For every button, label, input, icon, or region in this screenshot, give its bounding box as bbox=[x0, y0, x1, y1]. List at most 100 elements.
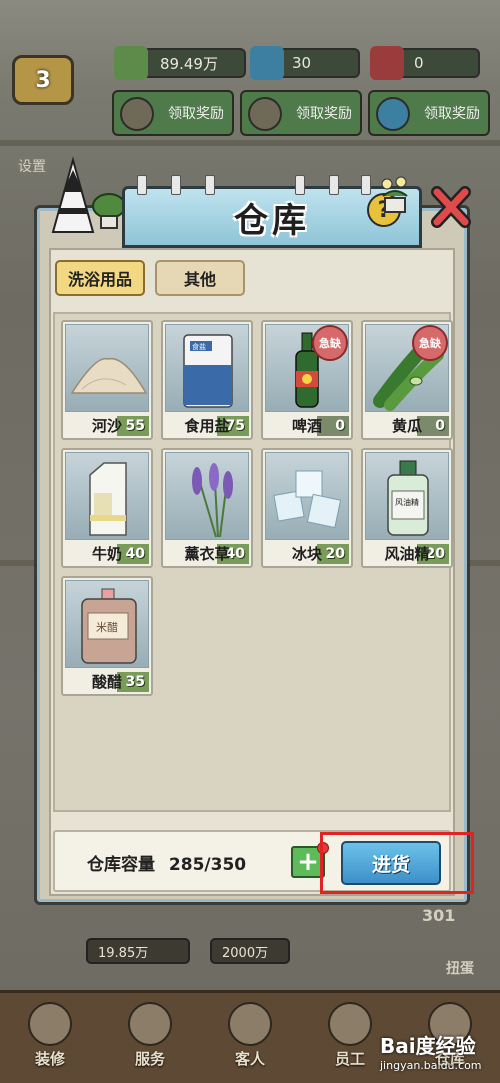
money-left-value: 19.85万 bbox=[98, 945, 149, 961]
oil-bottle-icon: 风油精 bbox=[387, 460, 429, 536]
item-name: 黄瓜 bbox=[391, 417, 422, 435]
item-name: 风油精 bbox=[384, 545, 430, 563]
item-thumb bbox=[65, 452, 149, 540]
guest-icon bbox=[228, 1002, 272, 1046]
item-salt[interactable]: 食盐 75 食用盐 bbox=[161, 320, 253, 440]
faucet-icon bbox=[361, 175, 371, 195]
faucet-icon bbox=[205, 175, 215, 195]
nav-label: 员工 bbox=[334, 1050, 365, 1068]
salt-package-text: 食盐 bbox=[192, 342, 206, 351]
item-thumb: 急缺 bbox=[265, 324, 349, 412]
cash-display: 89.49万 bbox=[114, 46, 246, 80]
item-thumb bbox=[265, 452, 349, 540]
nav-label: 服务 bbox=[134, 1050, 165, 1068]
sand-pile-icon bbox=[70, 357, 148, 394]
faucet-icon bbox=[295, 175, 305, 195]
item-thumb: 食盐 bbox=[165, 324, 249, 412]
reward-icon bbox=[248, 97, 282, 131]
dialog-title: 仓库 bbox=[234, 200, 310, 241]
reward-icon bbox=[120, 97, 154, 131]
item-sand[interactable]: 55 河沙 bbox=[61, 320, 153, 440]
nav-decorate[interactable]: 装修 bbox=[11, 999, 89, 1069]
item-vinegar[interactable]: 米醋 35 酸醋 bbox=[61, 576, 153, 696]
item-name: 酸醋 bbox=[91, 673, 122, 691]
close-icon bbox=[431, 186, 471, 228]
watermark-brand: Bai度经验 bbox=[380, 1034, 476, 1058]
bottom-money-left: 19.85万 bbox=[86, 938, 190, 964]
nav-label: 装修 bbox=[34, 1050, 65, 1068]
item-ice[interactable]: 20 冰块 bbox=[261, 448, 353, 568]
claim-reward-button[interactable]: 领取奖励 bbox=[368, 90, 490, 136]
gem-display: 30 bbox=[250, 46, 360, 80]
inventory-grid: 55 河沙 食盐 75 食用盐 急缺 0 啤酒 急缺 0 黄瓜 40 牛奶 40… bbox=[53, 312, 453, 812]
capacity-label: 仓库容量 bbox=[87, 855, 155, 875]
milk-carton-icon bbox=[89, 462, 127, 536]
capacity-value: 285/350 bbox=[168, 855, 247, 875]
item-lavender[interactable]: 40 薰衣草 bbox=[161, 448, 253, 568]
item-thumb: 米醋 bbox=[65, 580, 149, 668]
salt-bag-icon: 食盐 bbox=[183, 334, 233, 408]
gem-value: 30 bbox=[292, 54, 312, 72]
nav-service[interactable]: 服务 bbox=[111, 999, 189, 1069]
nav-staff[interactable]: 员工 bbox=[311, 999, 389, 1069]
item-name: 薰衣草 bbox=[184, 545, 230, 563]
vinegar-package-text: 米醋 bbox=[96, 620, 118, 634]
lavender-icon bbox=[192, 463, 233, 538]
faucet-icon bbox=[137, 175, 147, 195]
tab-other[interactable]: 其他 bbox=[155, 260, 245, 296]
item-name: 牛奶 bbox=[91, 545, 122, 563]
gem-reward-icon bbox=[376, 97, 410, 131]
claim-reward-label: 领取奖励 bbox=[168, 106, 224, 122]
vinegar-jug-icon: 米醋 bbox=[81, 588, 137, 664]
item-essential-oil[interactable]: 风油精 20 风油精 bbox=[361, 448, 453, 568]
item-name: 啤酒 bbox=[291, 417, 322, 435]
warehouse-dialog: 仓库 ? 洗浴用品 其他 55 河沙 食盐 75 食用盐 急缺 0 啤酒 急缺 … bbox=[34, 156, 471, 905]
watermark-url: jingyan.baidu.com bbox=[380, 1059, 482, 1072]
item-thumb: 风油精 bbox=[365, 452, 449, 540]
urgent-badge: 急缺 bbox=[412, 325, 448, 361]
category-tabs: 洗浴用品 其他 bbox=[55, 260, 245, 296]
faucet-icon bbox=[171, 175, 181, 195]
item-thumb: 急缺 bbox=[365, 324, 449, 412]
item-thumb bbox=[65, 324, 149, 412]
close-button[interactable] bbox=[429, 184, 473, 230]
watermark: Bai度经验 jingyan.baidu.com bbox=[380, 1030, 482, 1072]
item-name: 冰块 bbox=[291, 545, 322, 563]
cash-icon bbox=[114, 46, 148, 80]
item-name: 食用盐 bbox=[184, 417, 230, 435]
settings-label[interactable]: 设置 bbox=[18, 156, 46, 176]
nav-guests[interactable]: 客人 bbox=[211, 999, 289, 1069]
plus-icon: + bbox=[297, 847, 319, 877]
item-milk[interactable]: 40 牛奶 bbox=[61, 448, 153, 568]
shelf-line bbox=[0, 140, 500, 146]
flower-pot-icon bbox=[381, 176, 408, 213]
rose-icon bbox=[370, 46, 404, 80]
dialog-body: 洗浴用品 其他 55 河沙 食盐 75 食用盐 急缺 0 啤酒 急缺 0 黄瓜 … bbox=[49, 248, 455, 896]
service-icon bbox=[128, 1002, 172, 1046]
highlight-annotation bbox=[320, 832, 474, 894]
item-cucumber[interactable]: 急缺 0 黄瓜 bbox=[361, 320, 453, 440]
item-beer[interactable]: 急缺 0 啤酒 bbox=[261, 320, 353, 440]
staff-icon bbox=[328, 1002, 372, 1046]
level-number: 3 bbox=[35, 67, 51, 93]
gem-icon bbox=[250, 46, 284, 80]
bottom-right-counter: 301 bbox=[422, 906, 456, 925]
level-badge[interactable]: 3 bbox=[12, 55, 74, 105]
urgent-badge: 急缺 bbox=[312, 325, 348, 361]
tab-bath-supplies[interactable]: 洗浴用品 bbox=[55, 260, 145, 296]
gacha-label[interactable]: 扭蛋 bbox=[446, 958, 474, 978]
faucet-icon bbox=[329, 175, 339, 195]
bottom-money-mid: 2000万 bbox=[210, 938, 290, 964]
rose-display: 0 bbox=[370, 46, 480, 80]
paintbrush-icon bbox=[28, 1002, 72, 1046]
oil-package-text: 风油精 bbox=[395, 497, 419, 507]
claim-reward-label: 领取奖励 bbox=[296, 106, 352, 122]
rose-value: 0 bbox=[414, 54, 424, 72]
capacity-text: 仓库容量 285/350 bbox=[87, 850, 246, 875]
item-thumb bbox=[165, 452, 249, 540]
nav-label: 客人 bbox=[234, 1050, 265, 1068]
claim-reward-label: 领取奖励 bbox=[424, 106, 480, 122]
tab-label: 洗浴用品 bbox=[67, 270, 132, 289]
claim-reward-button[interactable]: 领取奖励 bbox=[240, 90, 362, 136]
claim-reward-button[interactable]: 领取奖励 bbox=[112, 90, 234, 136]
